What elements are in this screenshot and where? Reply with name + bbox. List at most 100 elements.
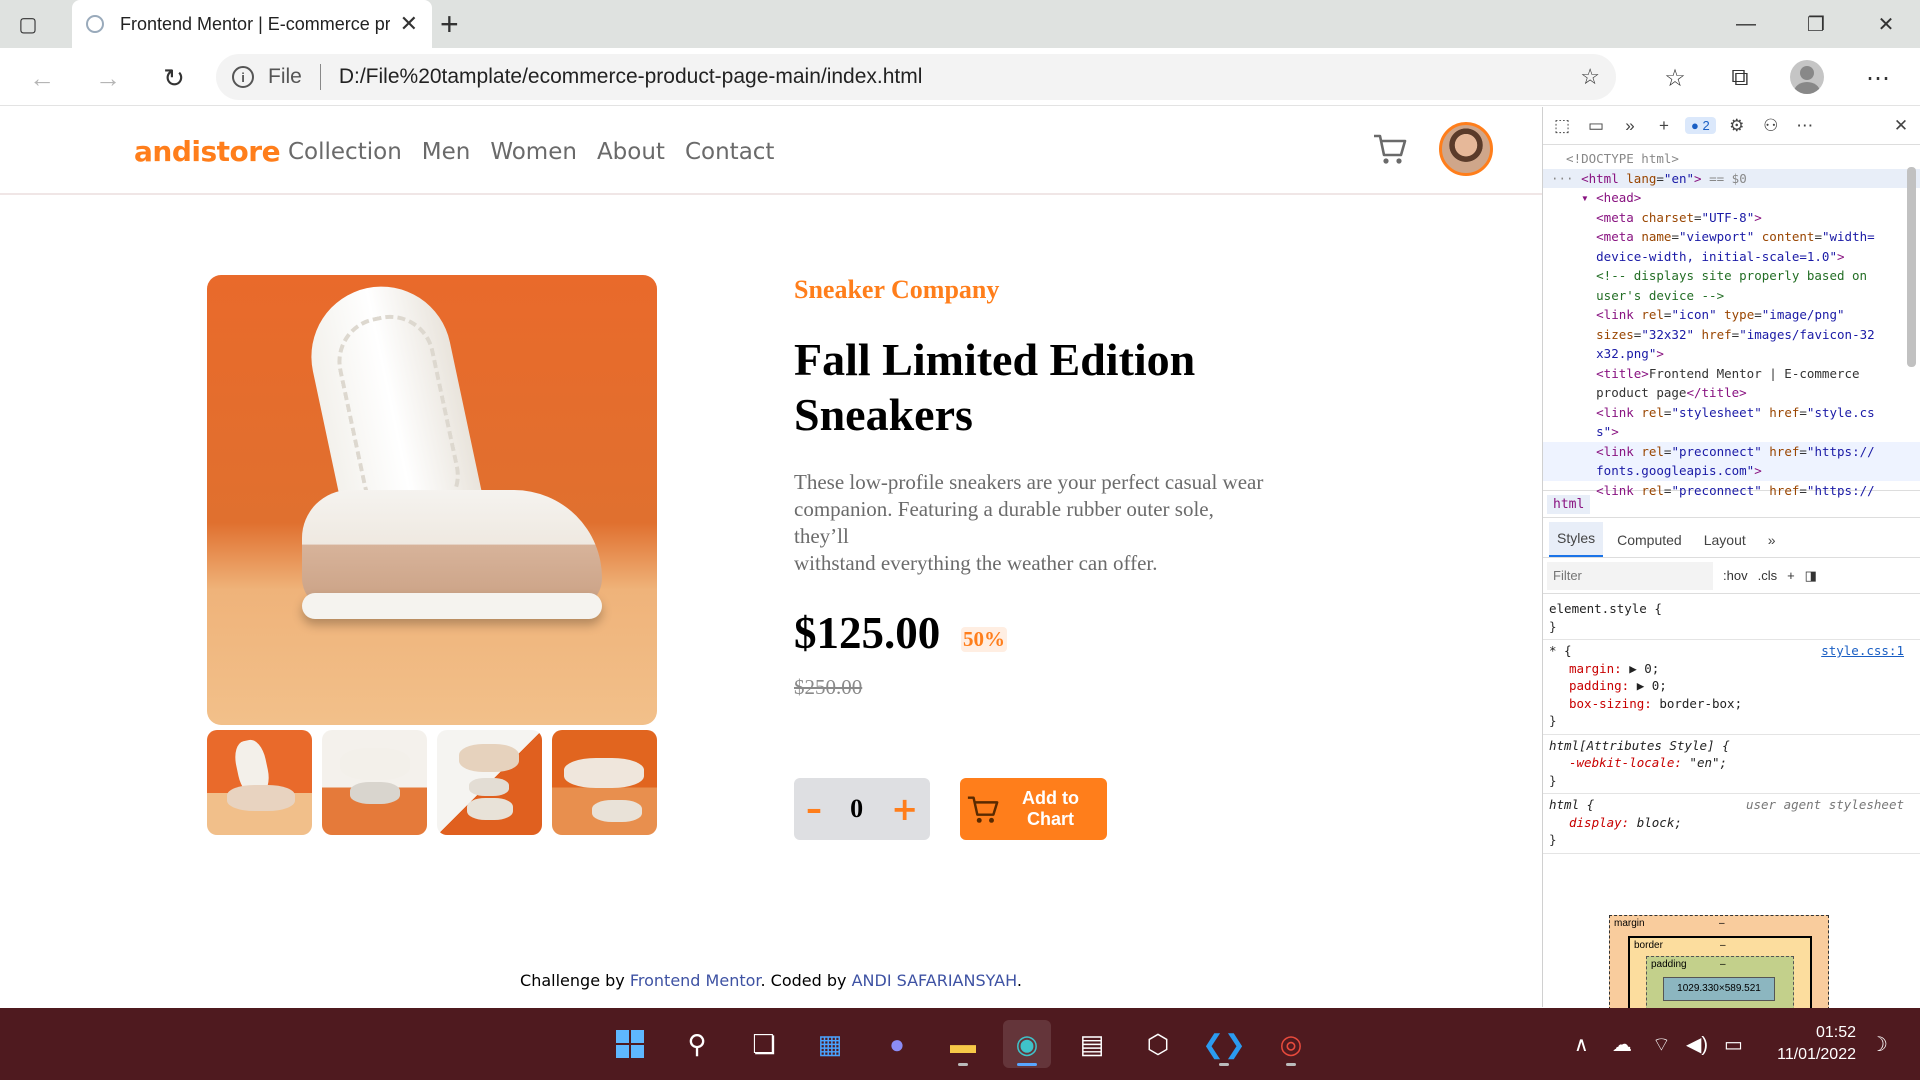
more-tabs-icon[interactable]: » [1760, 524, 1784, 557]
search-button[interactable]: ⚲ [673, 1020, 721, 1068]
thumbnail-1[interactable] [207, 730, 312, 835]
settings-gear-icon[interactable]: ⚙ [1724, 113, 1750, 139]
cart-icon[interactable] [1372, 131, 1408, 167]
more-tools-icon[interactable]: » [1617, 113, 1643, 139]
devtools-menu-icon[interactable]: ⋯ [1792, 113, 1818, 139]
close-window-button[interactable]: ✕ [1851, 0, 1920, 48]
devtools-toolbar: ⬚ ▭ » + ● 2 ⚙ ⚇ ⋯ ✕ [1543, 107, 1920, 145]
clock[interactable]: 01:52 11/01/2022 [1768, 1022, 1856, 1066]
info-icon[interactable]: i [232, 66, 254, 88]
dom-title[interactable]: <title>Frontend Mentor | E-commerce [1543, 364, 1920, 384]
style-source-link[interactable]: style.css:1 [1821, 642, 1904, 660]
site-logo[interactable]: andistore [134, 135, 281, 168]
file-explorer-button[interactable]: ▬ [939, 1020, 987, 1068]
battery-icon[interactable]: ▭ [1724, 1032, 1743, 1057]
dom-html[interactable]: ··· <html lang="en"> == $0 [1543, 168, 1920, 188]
store-button[interactable]: ▤ [1068, 1020, 1116, 1068]
task-view-button[interactable]: ❏ [740, 1020, 788, 1068]
devtools-close-icon[interactable]: ✕ [1888, 113, 1914, 139]
box-padding-value[interactable]: – [1720, 959, 1726, 970]
app-button[interactable]: ⬡ [1134, 1020, 1182, 1068]
dom-comment[interactable]: <!-- displays site properly based on [1543, 266, 1920, 286]
increase-quantity-button[interactable]: + [891, 790, 918, 828]
refresh-button[interactable]: ↻ [156, 60, 192, 96]
dom-link-icon[interactable]: <link rel="icon" type="image/png" [1543, 305, 1920, 325]
tab-layout[interactable]: Layout [1696, 524, 1754, 557]
profile-avatar[interactable] [1790, 60, 1824, 94]
onedrive-icon[interactable]: ☁ [1612, 1032, 1632, 1057]
wifi-icon[interactable]: ⌔ [1652, 1032, 1671, 1057]
favorites-icon[interactable]: ☆ [1659, 62, 1691, 94]
user-avatar[interactable] [1439, 122, 1493, 176]
nav-contact[interactable]: Contact [685, 139, 774, 165]
hov-toggle[interactable]: :hov [1723, 568, 1748, 583]
rule-universal[interactable]: style.css:1 * { margin: ▶ 0; padding: ▶ … [1543, 640, 1920, 735]
restore-button[interactable]: ❐ [1781, 0, 1851, 48]
rule-ua-html[interactable]: user agent stylesheet html { display: bl… [1543, 794, 1920, 854]
sidebar-toggle-icon[interactable]: ◨ [1805, 568, 1817, 584]
elements-scrollbar[interactable] [1904, 155, 1918, 485]
new-tab-button[interactable]: + [440, 6, 459, 43]
thumbnail-3[interactable] [437, 730, 542, 835]
styles-filter-input[interactable] [1547, 561, 1713, 590]
widgets-button[interactable]: ▦ [806, 1020, 854, 1068]
frontend-mentor-link[interactable]: Frontend Mentor [630, 971, 761, 990]
dom-link-preconnect[interactable]: <link rel="preconnect" href="https:// [1543, 441, 1920, 461]
chat-button[interactable]: ● [873, 1020, 921, 1068]
nav-about[interactable]: About [597, 139, 665, 165]
box-border-value[interactable]: – [1720, 940, 1726, 951]
dom-doctype[interactable]: <!DOCTYPE html> [1543, 149, 1920, 169]
quantity-value: 0 [850, 794, 864, 823]
minimize-button[interactable]: — [1711, 0, 1781, 48]
rule-attributes-style[interactable]: html[Attributes Style] { -webkit-locale:… [1543, 735, 1920, 794]
dom-meta-charset[interactable]: <meta charset="UTF-8"> [1543, 208, 1920, 228]
chrome-button[interactable]: ◎ [1267, 1020, 1315, 1068]
product-main-image[interactable] [207, 275, 657, 725]
focus-assist-icon[interactable]: ☽ [1870, 1032, 1888, 1057]
box-margin-value[interactable]: – [1719, 918, 1725, 929]
volume-icon[interactable]: ◀) [1686, 1032, 1708, 1057]
tab-actions-icon[interactable]: ▢ [12, 8, 44, 40]
dom-head[interactable]: ▾ <head> [1543, 188, 1920, 208]
collections-icon[interactable]: ⧉ [1724, 62, 1756, 94]
customize-icon[interactable]: ⚇ [1758, 113, 1784, 139]
tab-styles[interactable]: Styles [1549, 522, 1604, 557]
thumbnail-4[interactable] [552, 730, 657, 835]
device-toggle-icon[interactable]: ▭ [1583, 113, 1609, 139]
issues-badge[interactable]: ● 2 [1685, 117, 1716, 134]
box-content-size[interactable]: 1029.330×589.521 [1663, 977, 1775, 1001]
dom-link-preconnect-2[interactable]: <link rel="preconnect" href="https:// [1543, 481, 1920, 501]
dom-meta-viewport[interactable]: <meta name="viewport" content="width= [1543, 227, 1920, 247]
folder-icon: ▬ [950, 1028, 976, 1059]
start-button[interactable] [606, 1020, 654, 1068]
rule-element-style[interactable]: element.style { } [1543, 598, 1920, 640]
styles-tabs: Styles Computed Layout » [1543, 518, 1920, 558]
address-bar[interactable]: i File D:/File%20tamplate/ecommerce-prod… [216, 54, 1616, 100]
nav-men[interactable]: Men [422, 139, 471, 165]
tray-overflow-icon[interactable]: ∧ [1574, 1032, 1589, 1057]
add-favorite-icon[interactable]: ☆ [1580, 64, 1600, 90]
nav-women[interactable]: Women [490, 139, 577, 165]
author-link[interactable]: ANDI SAFARIANSYAH [852, 971, 1017, 990]
nav-collection[interactable]: Collection [288, 139, 402, 165]
thumbnail-2[interactable] [322, 730, 427, 835]
decrease-quantity-button[interactable]: – [806, 790, 822, 828]
edge-button[interactable]: ◉ [1003, 1020, 1051, 1068]
add-to-cart-button[interactable]: Add to Chart [960, 778, 1107, 840]
new-rule-icon[interactable]: + [1787, 568, 1795, 583]
page-viewport: andistore Collection Men Women About Con… [0, 107, 1542, 1007]
cart-icon [967, 796, 999, 823]
more-menu-icon[interactable]: ⋯ [1862, 62, 1894, 94]
tab-computed[interactable]: Computed [1609, 524, 1690, 557]
close-tab-icon[interactable]: ✕ [400, 11, 418, 37]
cls-toggle[interactable]: .cls [1758, 568, 1778, 583]
box-padding-label: padding [1651, 959, 1687, 970]
vscode-button[interactable]: ❮❯ [1200, 1020, 1248, 1068]
forward-button[interactable]: → [90, 60, 126, 96]
dom-link-style[interactable]: <link rel="stylesheet" href="style.cs [1543, 403, 1920, 423]
add-tool-icon[interactable]: + [1651, 113, 1677, 139]
back-button[interactable]: ← [24, 60, 60, 96]
url-text[interactable]: D:/File%20tamplate/ecommerce-product-pag… [339, 65, 923, 89]
inspect-icon[interactable]: ⬚ [1549, 113, 1575, 139]
browser-tab[interactable]: Frontend Mentor | E-commerce product pag… [72, 0, 432, 48]
